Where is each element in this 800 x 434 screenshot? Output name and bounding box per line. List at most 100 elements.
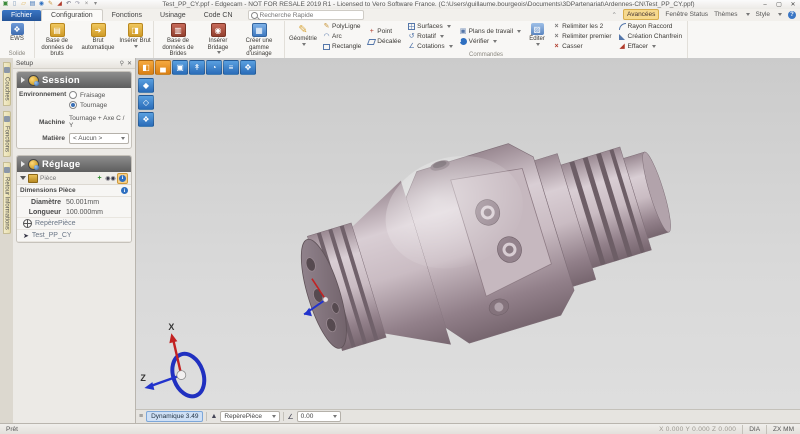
material-select[interactable]: < Aucun > <box>69 133 129 144</box>
polyline-icon: ✎ <box>323 23 330 30</box>
diameter-row: Diamètre 50.001mm <box>17 197 131 207</box>
chamfer-button[interactable]: Création Chanfrein <box>619 32 683 41</box>
arc-button[interactable]: ◠ Arc <box>323 32 361 41</box>
display-options-icon[interactable]: ≡ <box>223 60 239 75</box>
model-3d[interactable]: X Z <box>136 58 800 409</box>
units-indicator[interactable]: ZX MM <box>766 425 800 434</box>
dimensions-button[interactable]: ∠ Cotations <box>408 42 452 51</box>
axis-triad: X Z <box>140 322 209 401</box>
capture-icon[interactable]: ✎ <box>47 1 54 8</box>
vertical-axis-icon[interactable]: ↟ <box>189 60 205 75</box>
shaded-view-icon[interactable]: ◆ <box>138 78 154 93</box>
quick-search[interactable] <box>248 10 364 20</box>
zoom-window-icon[interactable]: ◔ <box>206 60 222 75</box>
cpl-select[interactable]: RepèrePièce <box>220 411 280 422</box>
status-window-toggle[interactable]: Fenêtre Status <box>665 11 708 18</box>
trim-first-button[interactable]: × Relimiter premier <box>553 32 611 41</box>
translucent-view-icon[interactable]: ❖ <box>138 112 154 127</box>
point-button[interactable]: + Point <box>368 27 401 36</box>
pin-icon[interactable]: ⚲ <box>120 60 124 67</box>
session-header[interactable]: Session <box>17 72 131 88</box>
qat-dropdown-icon[interactable]: ▾ <box>92 1 99 8</box>
save-icon[interactable]: ▤ <box>29 1 36 8</box>
verify-button[interactable]: i Vérifier <box>460 37 521 46</box>
edit-button[interactable]: ▨ Éditer <box>525 22 549 51</box>
chevron-down-icon <box>778 13 782 16</box>
group-label-solide: Solide <box>2 50 32 58</box>
help-icon[interactable]: ? <box>788 11 796 19</box>
radio-fraisage[interactable]: Fraisage <box>69 91 107 99</box>
auto-stock-button[interactable]: ➜ Brut automatique <box>78 22 118 58</box>
file-menu-button[interactable]: Fichier <box>2 10 41 21</box>
surfaces-button[interactable]: Surfaces <box>408 22 452 31</box>
wireframe-view-icon[interactable]: ◇ <box>138 95 154 110</box>
info-icon[interactable]: i <box>121 187 128 194</box>
pan-icon[interactable]: ✥ <box>240 60 256 75</box>
chevron-down-icon <box>493 40 497 43</box>
break-button[interactable]: × Casser <box>553 42 611 51</box>
tab-code-cn[interactable]: Code CN <box>195 10 242 21</box>
minimize-button[interactable]: – <box>758 1 772 9</box>
polyline-button[interactable]: ✎ PolyLigne <box>323 22 361 31</box>
radio-tournage[interactable]: Tournage <box>69 101 107 109</box>
view-orientation-icon[interactable]: ◧ <box>138 60 154 75</box>
side-tab-couches[interactable]: Couches <box>3 62 11 106</box>
side-tab-fonctions[interactable]: Fonctions <box>3 111 11 157</box>
new-document-icon[interactable]: ▯ <box>11 1 18 8</box>
insert-stock-icon: ◨ <box>128 23 143 37</box>
insert-fixture-button[interactable]: ◉ Insérer Bridage <box>201 22 235 61</box>
themes-menu[interactable]: Thèmes <box>714 11 737 18</box>
fillet-radius-button[interactable]: Rayon Raccord <box>619 22 683 31</box>
angle-select[interactable]: 0.00 <box>297 411 341 422</box>
open-folder-icon[interactable]: ▱ <box>20 1 27 8</box>
stock-database-button[interactable]: ▤ Base de données de bruts <box>37 22 77 58</box>
about-icon[interactable]: ◉ <box>38 1 45 8</box>
tab-configuration[interactable]: Configuration <box>41 9 103 21</box>
insert-stock-button[interactable]: ◨ Insérer Brut <box>119 22 151 58</box>
radio-selected-icon <box>69 101 77 109</box>
advanced-toggle[interactable]: Avancées <box>623 9 659 20</box>
chevron-down-icon <box>217 51 221 54</box>
cursor-icon: ➤ <box>23 232 29 240</box>
chamfer-icon <box>619 34 625 40</box>
tree-item-test-pp-cy[interactable]: ➤ Test_PP_CY <box>17 229 131 242</box>
close-button[interactable]: ✕ <box>786 1 800 9</box>
tree-item-reperepiece[interactable]: RepèrePièce <box>17 217 131 229</box>
find-icon[interactable]: ◉◉ <box>106 174 115 183</box>
render-mode-icon[interactable]: ▄ <box>155 60 171 75</box>
app-icon[interactable]: ▣ <box>2 1 9 8</box>
trim-both-button[interactable]: × Relimiter les 2 <box>553 22 611 31</box>
erase-button[interactable]: ◢ Effacer <box>619 42 683 51</box>
ribbon-group-machine: ▥ Base de données de Brides ◉ Insérer Br… <box>154 21 285 58</box>
piece-row[interactable]: Pièce + ◉◉ i <box>17 172 131 185</box>
viewport-canvas[interactable]: ◧ ▄ ▣ ↟ ◔ ≡ ✥ ◆ ◇ ❖ <box>136 58 800 409</box>
menu-icon[interactable]: ≡ <box>139 413 143 420</box>
info-button[interactable]: i <box>117 173 128 184</box>
search-input[interactable] <box>258 11 352 20</box>
fixture-database-button[interactable]: ▥ Base de données de Brides <box>156 22 200 61</box>
undo-icon[interactable]: ↶ <box>65 1 72 8</box>
maximize-button[interactable]: ▢ <box>772 1 786 9</box>
reglage-section: Réglage Pièce + ◉◉ i Dimensions Pièce i … <box>16 155 132 243</box>
redo-icon[interactable]: ↷ <box>74 1 81 8</box>
annotate-icon[interactable]: ◢ <box>56 1 63 8</box>
view-mode-indicator[interactable]: Dynamique 3.49 <box>146 411 203 422</box>
collapse-ribbon-icon[interactable]: ⌃ <box>612 11 617 19</box>
side-tab-retour-informations[interactable]: Retour Informations <box>3 162 11 235</box>
rotary-button[interactable]: ↺ Rotatif <box>408 32 452 41</box>
ews-button[interactable]: ❖ EWS <box>2 22 32 50</box>
dia-mode-toggle[interactable]: DIA <box>742 425 766 434</box>
geometry-button[interactable]: ✎ Géométrie <box>287 22 319 51</box>
add-icon[interactable]: + <box>95 174 104 183</box>
close-panel-icon[interactable]: ✕ <box>127 60 132 67</box>
machining-sequence-button[interactable]: ▦ Créer une gamme d'usinage <box>236 22 282 61</box>
tab-fonctions[interactable]: Fonctions <box>103 10 151 21</box>
offset-button[interactable]: Décalée <box>368 37 401 46</box>
delete-icon[interactable]: × <box>83 1 90 8</box>
reglage-header[interactable]: Réglage <box>17 156 131 172</box>
tab-usinage[interactable]: Usinage <box>151 10 195 21</box>
workplanes-button[interactable]: ▣ Plans de travail <box>460 27 521 36</box>
style-menu[interactable]: Style <box>756 11 770 18</box>
rectangle-button[interactable]: Rectangle <box>323 42 361 51</box>
background-icon[interactable]: ▣ <box>172 60 188 75</box>
